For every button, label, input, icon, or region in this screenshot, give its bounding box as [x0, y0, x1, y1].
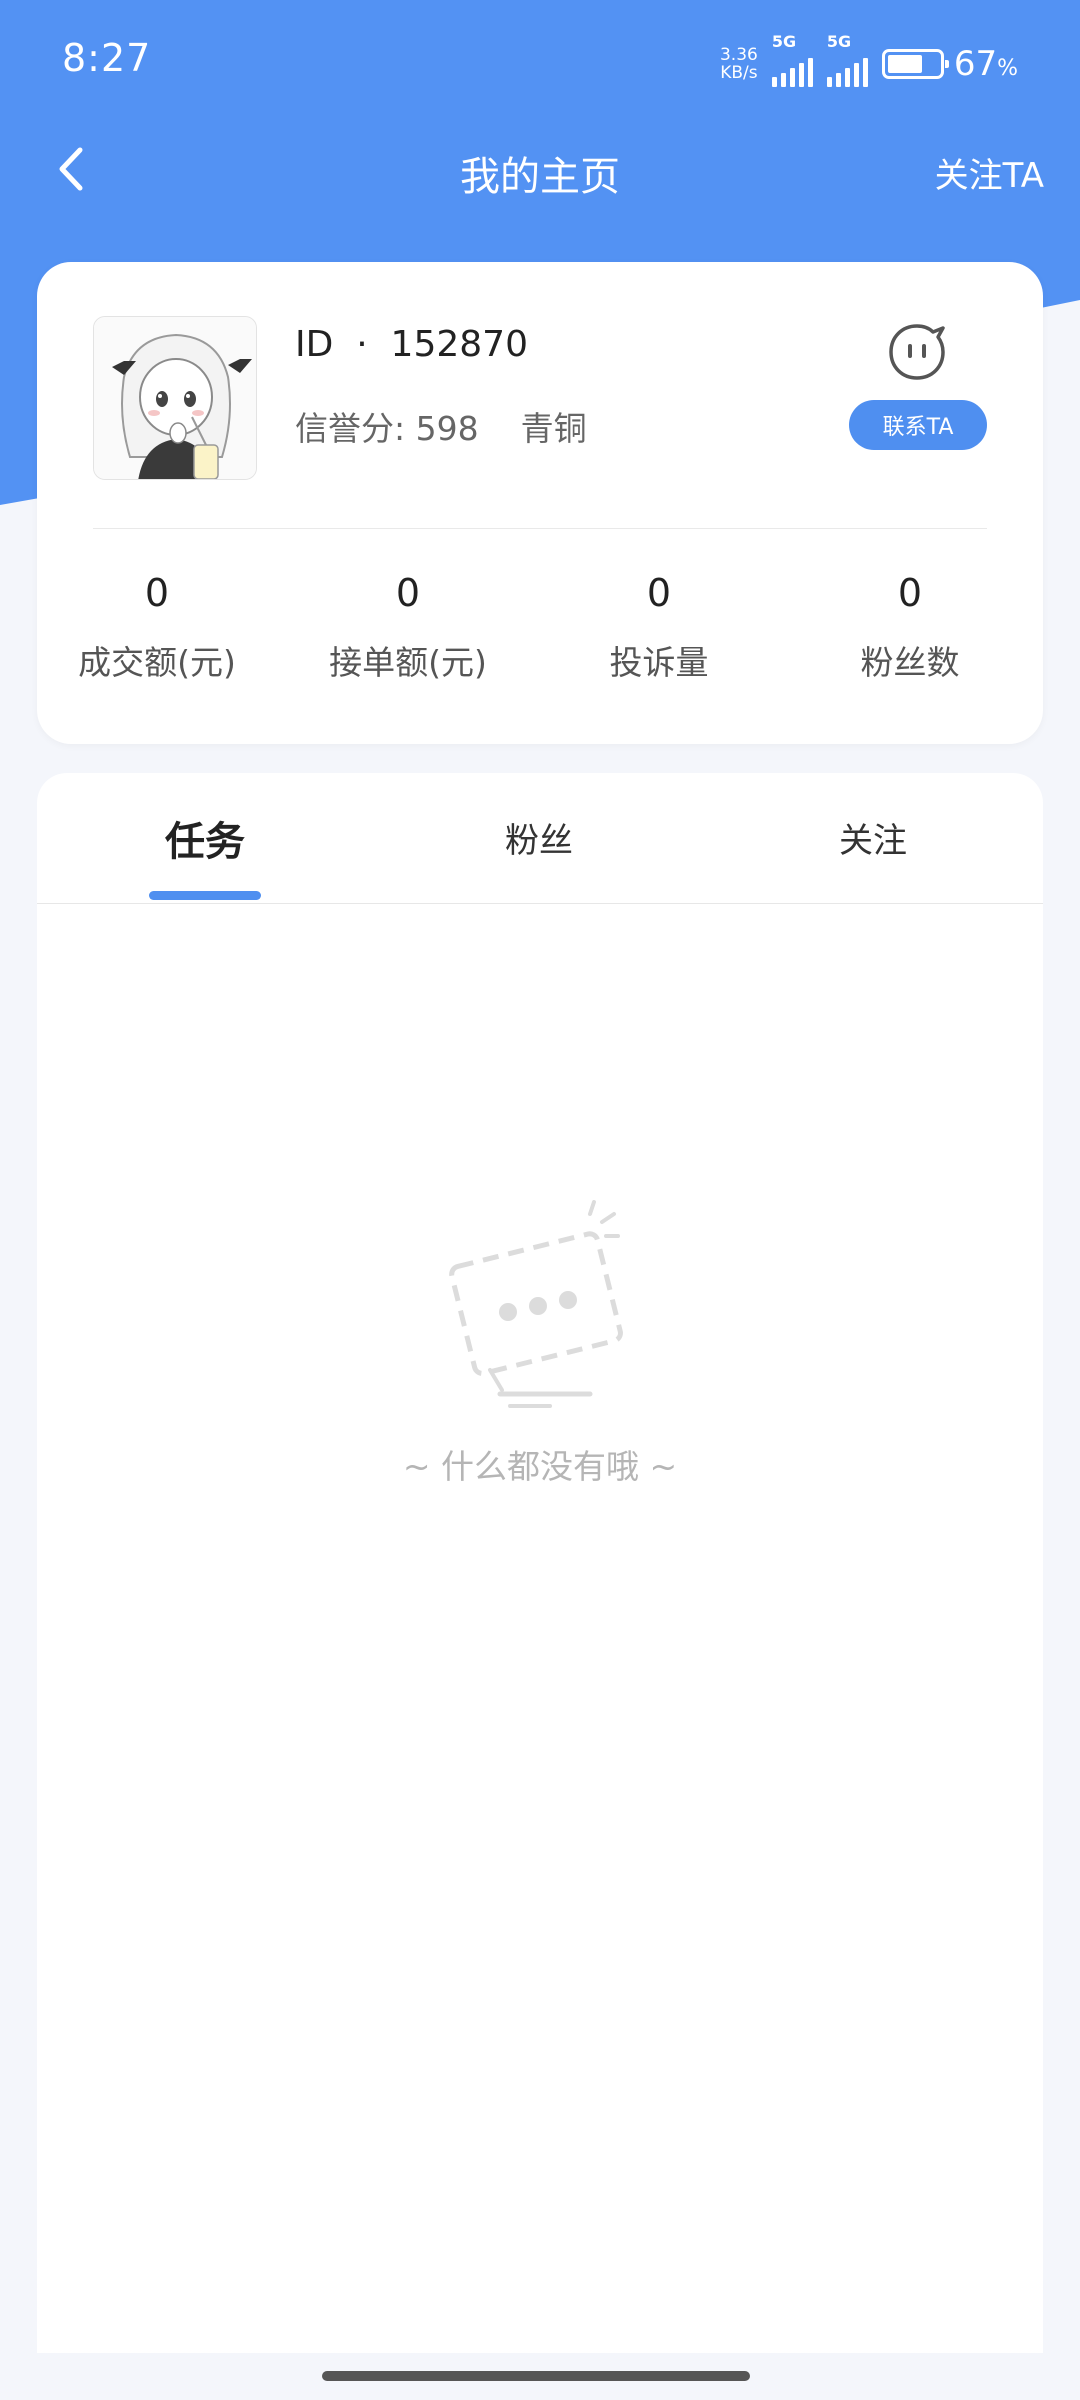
stat-followers: 0 粉丝数 — [790, 568, 1030, 684]
tab-following[interactable]: 关注 — [839, 813, 907, 862]
stat-deal-amount: 0 成交额(元) — [37, 568, 277, 684]
credit-score: 信誉分: 598 — [295, 409, 479, 448]
battery-icon — [881, 48, 949, 79]
battery-percent: 67% — [953, 43, 1018, 84]
network-speed-unit: KB/s — [720, 62, 758, 83]
tab-fans[interactable]: 粉丝 — [505, 813, 573, 862]
network-speed-value: 3.36 — [719, 44, 758, 65]
status-bar: 8:27 3.36 KB/s 5G 5G 67% — [0, 0, 1080, 130]
stat-value: 0 — [897, 571, 923, 615]
top-nav-bar: 我的主页 关注TA — [0, 130, 1080, 210]
user-level: 青铜 — [520, 409, 587, 448]
active-tab-indicator — [149, 891, 261, 900]
empty-box-icon — [440, 1200, 640, 1420]
profile-card: ID · 152870 信誉分: 598 青铜 联系TA 0 成交额(元) 0 … — [37, 262, 1043, 744]
signal-1-label: 5G — [771, 32, 797, 51]
content-card: 任务 粉丝 关注 — [37, 773, 1043, 2353]
status-indicators: 3.36 KB/s 5G 5G 67% — [720, 32, 1018, 87]
tabs-divider — [37, 903, 1043, 904]
contact-button[interactable]: 联系TA — [849, 400, 987, 450]
stat-label: 成交额(元) — [78, 643, 236, 682]
avatar[interactable] — [93, 316, 257, 480]
stat-label: 接单额(元) — [329, 643, 487, 682]
chat-bubble-icon[interactable] — [887, 322, 947, 382]
stat-order-amount: 0 接单额(元) — [288, 568, 528, 684]
network-speed: 3.36 KB/s — [720, 46, 758, 82]
empty-state-text: ~ 什么都没有哦 ~ — [402, 1447, 678, 1486]
chat-bubble-icon-svg — [889, 324, 945, 380]
page-title: 我的主页 — [460, 154, 620, 200]
stat-label: 粉丝数 — [860, 643, 960, 682]
stat-value: 0 — [395, 571, 421, 615]
battery-indicator: 67% — [881, 43, 1018, 84]
avatar-illustration — [94, 317, 256, 479]
stat-value: 0 — [646, 571, 672, 615]
signal-2-label: 5G — [826, 32, 852, 51]
divider — [93, 528, 987, 529]
stat-label: 投诉量 — [609, 643, 709, 682]
status-time: 8:27 — [62, 36, 152, 80]
signal-icon: 5G — [826, 32, 868, 87]
signal-icon: 5G — [771, 32, 813, 87]
follow-button[interactable]: 关注TA — [935, 148, 1044, 197]
stat-value: 0 — [144, 571, 170, 615]
credit-score-line: 信誉分: 598 青铜 — [295, 402, 587, 450]
tab-tasks[interactable]: 任务 — [165, 809, 245, 867]
home-indicator[interactable] — [322, 2371, 750, 2381]
user-id: ID · 152870 — [295, 324, 528, 365]
stat-complaints: 0 投诉量 — [539, 568, 779, 684]
